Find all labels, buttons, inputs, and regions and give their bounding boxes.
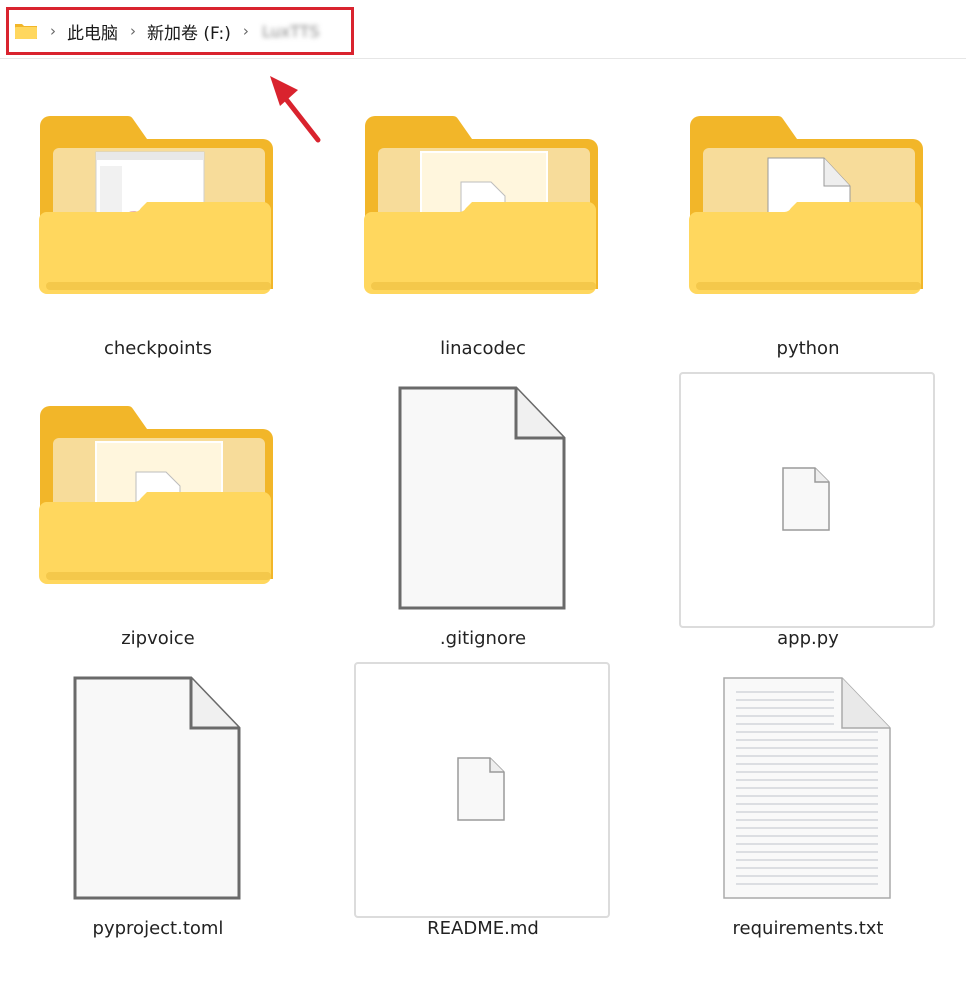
item-label: app.py xyxy=(777,628,839,649)
file-item[interactable]: .gitignore xyxy=(363,378,603,658)
file-thumbnail xyxy=(679,372,935,628)
item-label: .gitignore xyxy=(439,628,527,649)
blank-file-icon xyxy=(398,386,566,610)
folder-icon xyxy=(38,116,273,294)
item-label: pyproject.toml xyxy=(92,918,224,939)
folder-item[interactable]: checkpoints xyxy=(38,108,278,368)
item-label: checkpoints xyxy=(104,338,212,359)
file-item[interactable]: requirements.txt xyxy=(688,668,928,948)
file-thumbnail xyxy=(354,662,610,918)
file-item[interactable]: pyproject.toml xyxy=(38,668,278,948)
folder-icon xyxy=(38,406,273,584)
item-label: linacodec xyxy=(440,338,526,359)
folder-icon xyxy=(363,116,598,294)
item-label: requirements.txt xyxy=(732,918,884,939)
item-label: python xyxy=(776,338,840,359)
folder-item[interactable]: zipvoice xyxy=(38,398,278,658)
folder-item[interactable]: python xyxy=(688,108,928,368)
item-label: zipvoice xyxy=(121,628,195,649)
item-label: README.md xyxy=(427,918,539,939)
file-icon xyxy=(782,467,830,531)
folder-item[interactable]: linacodec xyxy=(363,108,603,368)
text-file-icon xyxy=(723,677,891,899)
folder-icon xyxy=(688,116,923,294)
highlight-box xyxy=(6,7,354,55)
blank-file-icon xyxy=(73,676,241,900)
file-item[interactable]: app.py xyxy=(679,370,935,658)
file-icon xyxy=(457,757,505,821)
file-item[interactable]: README.md xyxy=(354,660,610,948)
